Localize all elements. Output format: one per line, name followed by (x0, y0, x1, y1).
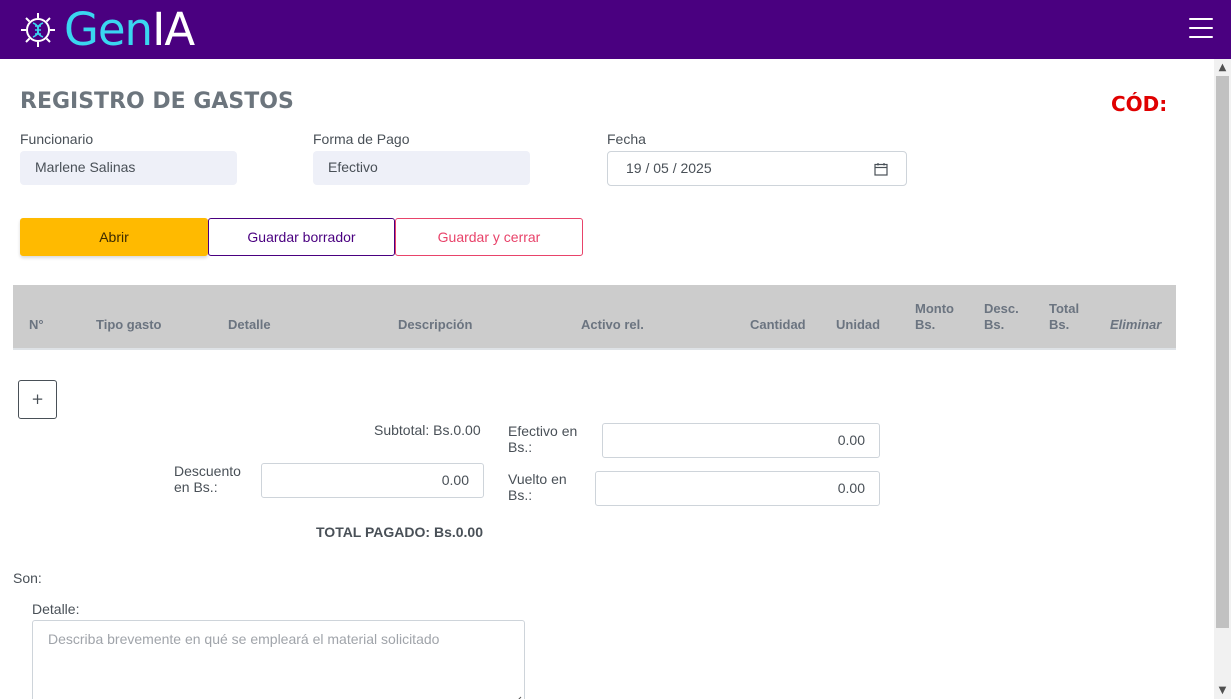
col-desc-line2: Bs. (984, 317, 1005, 332)
col-eliminar: Eliminar (1110, 317, 1162, 332)
total-pagado-text: TOTAL PAGADO: Bs.0.00 (316, 524, 483, 540)
vuelto-label-line2: Bs.: (508, 487, 533, 503)
descuento-label: Descuento en Bs.: (174, 463, 241, 495)
descuento-label-line2: en Bs.: (174, 479, 218, 495)
vuelto-input[interactable]: 0.00 (595, 471, 880, 506)
scroll-up-icon[interactable]: ▲ (1214, 59, 1231, 76)
descuento-label-line1: Descuento (174, 463, 241, 479)
funcionario-field[interactable]: Marlene Salinas (20, 151, 237, 185)
fecha-date-input[interactable]: 19 / 05 / 2025 (607, 151, 907, 186)
vuelto-label: Vuelto en Bs.: (508, 471, 567, 503)
logo-gen-text: Gen (64, 3, 153, 56)
add-row-button[interactable]: + (18, 380, 57, 419)
col-total: Total Bs. (1049, 301, 1079, 333)
fecha-value: 19 / 05 / 2025 (626, 160, 712, 176)
son-label: Son: (13, 570, 42, 586)
col-total-line2: Bs. (1049, 317, 1070, 332)
gear-dna-icon (21, 13, 55, 47)
efectivo-label: Efectivo en Bs.: (508, 423, 577, 455)
page-title: REGISTRO DE GASTOS (20, 89, 294, 114)
col-descripcion: Descripción (398, 317, 473, 332)
forma-pago-field[interactable]: Efectivo (313, 151, 530, 185)
logo-text: GenIA (64, 7, 195, 52)
menu-icon[interactable] (1189, 18, 1213, 38)
scroll-down-icon[interactable]: ▼ (1214, 682, 1231, 699)
forma-pago-label: Forma de Pago (313, 131, 410, 147)
col-unidad: Unidad (836, 317, 881, 332)
col-numero: N° (29, 317, 44, 332)
resize-grip-icon[interactable] (510, 695, 522, 699)
logo-ia-text: IA (152, 3, 195, 56)
genia-logo[interactable]: GenIA (18, 7, 195, 52)
detalle-textarea[interactable]: Describa brevemente en qué se empleará e… (32, 620, 525, 699)
detalle-label: Detalle: (32, 601, 80, 617)
efectivo-input[interactable]: 0.00 (602, 423, 880, 458)
col-monto: Monto Bs. (915, 301, 954, 333)
col-desc: Desc. Bs. (984, 301, 1019, 333)
guardar-cerrar-button[interactable]: Guardar y cerrar (395, 218, 583, 256)
code-label: CÓD: (1111, 92, 1168, 116)
guardar-borrador-button[interactable]: Guardar borrador (208, 218, 395, 256)
vuelto-label-line1: Vuelto en (508, 471, 567, 487)
col-desc-line1: Desc. (984, 301, 1019, 316)
scrollbar-thumb[interactable] (1216, 76, 1229, 628)
vertical-scrollbar[interactable]: ▲ ▼ (1214, 59, 1231, 699)
top-navbar: GenIA (0, 0, 1231, 59)
calendar-icon[interactable] (874, 162, 888, 176)
col-cantidad: Cantidad (750, 317, 806, 332)
funcionario-label: Funcionario (20, 131, 94, 147)
subtotal-text: Subtotal: Bs.0.00 (374, 422, 481, 438)
efectivo-label-line1: Efectivo en (508, 423, 578, 439)
expenses-table-header: N° Tipo gasto Detalle Descripción Activo… (13, 285, 1176, 350)
detalle-placeholder: Describa brevemente en qué se empleará e… (48, 631, 440, 647)
fecha-label: Fecha (607, 131, 646, 147)
col-tipo-gasto: Tipo gasto (96, 317, 162, 332)
main-content: REGISTRO DE GASTOS CÓD: Funcionario Marl… (0, 59, 1214, 699)
descuento-input[interactable]: 0.00 (261, 463, 484, 498)
col-total-line1: Total (1049, 301, 1080, 316)
efectivo-label-line2: Bs.: (508, 439, 533, 455)
col-monto-line1: Monto (915, 301, 954, 316)
abrir-button[interactable]: Abrir (20, 218, 208, 256)
col-activo-rel: Activo rel. (581, 317, 644, 332)
col-monto-line2: Bs. (915, 317, 936, 332)
col-detalle: Detalle (228, 317, 271, 332)
